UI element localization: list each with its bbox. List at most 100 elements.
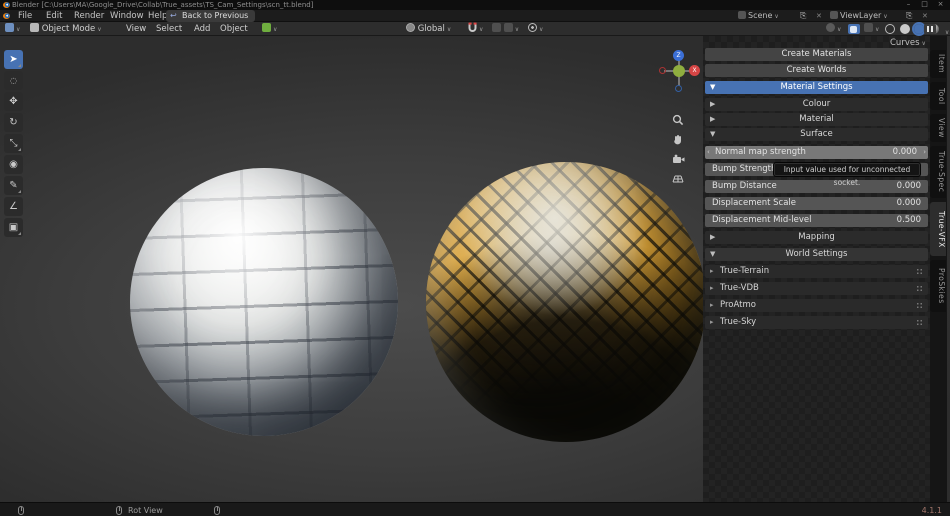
section-mapping[interactable]: ▶Mapping bbox=[705, 231, 928, 244]
topbar: File Edit Render Window Help Back to Pre… bbox=[0, 10, 950, 22]
tool-cursor[interactable]: ◌ bbox=[4, 71, 23, 90]
editor-type-dropdown[interactable]: ∨ bbox=[5, 22, 20, 36]
right-mouse-icon bbox=[214, 506, 220, 515]
maximize-button[interactable]: □ bbox=[917, 0, 932, 9]
camera-view-icon[interactable] bbox=[672, 154, 688, 170]
normal-map-strength-slider[interactable]: ‹ Normal map strength 0.000 › bbox=[705, 146, 928, 159]
menu-edit[interactable]: Edit bbox=[42, 10, 66, 22]
menu-select[interactable]: Select bbox=[156, 22, 182, 36]
displacement-scale-slider[interactable]: Displacement Scale 0.000 bbox=[705, 197, 928, 210]
close-button[interactable]: × bbox=[933, 0, 948, 9]
section-colour[interactable]: ▶Colour bbox=[705, 98, 928, 111]
drag-handle-icon[interactable] bbox=[916, 302, 923, 309]
menu-object[interactable]: Object bbox=[220, 22, 248, 36]
menu-file[interactable]: File bbox=[14, 10, 36, 22]
zoom-tool-icon[interactable] bbox=[672, 114, 688, 130]
gizmo-x-axis[interactable]: X bbox=[689, 65, 700, 76]
overlays-toggle[interactable] bbox=[848, 24, 860, 34]
xray-toggle[interactable]: ∨ bbox=[864, 22, 879, 36]
snap-with-icon bbox=[492, 23, 501, 32]
tool-select-box[interactable]: ➤ bbox=[4, 50, 23, 69]
gizmo-x-neg[interactable] bbox=[659, 67, 666, 74]
collapsed-icon: ▸ bbox=[710, 265, 714, 278]
world-settings-header[interactable]: ▼World Settings bbox=[705, 248, 928, 261]
drag-handle-icon[interactable] bbox=[916, 319, 923, 326]
shading-solid-icon[interactable] bbox=[900, 24, 910, 34]
tab-item[interactable]: Item bbox=[930, 50, 946, 78]
brick-material-sphere[interactable] bbox=[130, 168, 398, 436]
proportional-edit-icon bbox=[528, 23, 537, 32]
tool-transform[interactable]: ◉ bbox=[4, 155, 23, 174]
snap-dropdown[interactable]: ∨ bbox=[468, 22, 483, 36]
tool-measure[interactable]: ∠ bbox=[4, 197, 23, 216]
create-worlds-button[interactable]: Create Worlds bbox=[705, 64, 928, 77]
expand-down-icon: ▼ bbox=[710, 248, 715, 261]
tool-add-cube[interactable]: ▣ bbox=[4, 218, 23, 237]
panel-options-dropdown[interactable]: Curves∨ bbox=[890, 38, 926, 48]
tab-tool[interactable]: Tool bbox=[930, 82, 946, 110]
scene-unlink-icon[interactable]: ✕ bbox=[816, 11, 822, 21]
mouse-hint: Rot View bbox=[128, 504, 163, 516]
transform-orientation-dropdown[interactable]: Global∨ bbox=[406, 22, 451, 36]
shading-material-icon[interactable] bbox=[914, 24, 924, 34]
gizmo-y-axis[interactable] bbox=[673, 65, 685, 77]
tool-annotate[interactable]: ✎ bbox=[4, 176, 23, 195]
tool-shelf: ➤ ◌ ✥ ↻ ⤡ ◉ ✎ ∠ ▣ bbox=[4, 50, 24, 239]
navigation-gizmo[interactable]: Z X bbox=[658, 50, 700, 92]
pan-hand-icon[interactable] bbox=[672, 134, 688, 150]
collapsed-icon: ▸ bbox=[710, 299, 714, 312]
tab-view[interactable]: View bbox=[930, 114, 946, 142]
mode-dropdown[interactable]: Object Mode∨ bbox=[30, 22, 102, 36]
panel-true-vdb[interactable]: ▸ True-VDB bbox=[705, 282, 928, 295]
viewlayer-unlink-icon[interactable]: ✕ bbox=[922, 11, 928, 21]
create-materials-button[interactable]: Create Materials bbox=[705, 48, 928, 61]
menu-render[interactable]: Render bbox=[70, 10, 108, 22]
left-mouse-icon bbox=[18, 506, 24, 515]
tool-scale[interactable]: ⤡ bbox=[4, 134, 23, 153]
section-surface[interactable]: ▼Surface bbox=[705, 128, 928, 141]
tool-rotate[interactable]: ↻ bbox=[4, 113, 23, 132]
menu-view[interactable]: View bbox=[126, 22, 146, 36]
viewlayer-selector[interactable]: ViewLayer∨ bbox=[830, 11, 888, 21]
slider-right-icon[interactable]: › bbox=[923, 146, 926, 159]
bump-distance-slider[interactable]: Bump Distance 0.000 bbox=[705, 180, 928, 193]
workspace-tab-back-to-previous[interactable]: Back to Previous bbox=[166, 10, 255, 22]
collapsed-icon: ▶ bbox=[710, 98, 715, 111]
tool-move[interactable]: ✥ bbox=[4, 92, 23, 111]
gizmo-z-axis[interactable]: Z bbox=[673, 50, 684, 61]
npanel-tab-strip: Item Tool View True-Spec True-VFX ProSki… bbox=[930, 36, 947, 502]
panel-true-terrain[interactable]: ▸ True-Terrain bbox=[705, 265, 928, 278]
panel-proatmo[interactable]: ▸ ProAtmo bbox=[705, 299, 928, 312]
tab-true-spec[interactable]: True-Spec bbox=[930, 146, 946, 198]
drag-handle-icon[interactable] bbox=[916, 285, 923, 292]
plate-material-sphere[interactable] bbox=[426, 162, 706, 442]
menu-window[interactable]: Window bbox=[106, 10, 148, 22]
status-bar: Rot View 4.1.1 bbox=[0, 502, 950, 516]
scene-icon bbox=[738, 11, 746, 19]
minimize-button[interactable]: – bbox=[901, 0, 916, 9]
material-settings-header[interactable]: ▼ Material Settings bbox=[705, 81, 928, 94]
proportional-edit-dropdown[interactable]: ∨ bbox=[528, 22, 543, 36]
gizmos-dropdown[interactable]: ∨ bbox=[826, 22, 841, 36]
snap-target-group[interactable]: ∨ bbox=[492, 22, 519, 36]
tab-true-vfx[interactable]: True-VFX bbox=[930, 202, 946, 256]
scene-selector[interactable]: Scene∨ bbox=[738, 11, 779, 21]
displacement-midlevel-slider[interactable]: Displacement Mid-level 0.500 bbox=[705, 214, 928, 227]
section-material[interactable]: ▶Material bbox=[705, 113, 928, 126]
gizmo-z-neg[interactable] bbox=[675, 85, 682, 92]
drag-handle-icon[interactable] bbox=[916, 268, 923, 275]
pause-button[interactable] bbox=[924, 24, 936, 34]
grid-perspective-icon[interactable] bbox=[672, 174, 688, 190]
blender-menu-icon[interactable] bbox=[3, 13, 10, 19]
viewlayer-new-icon[interactable]: ⎘ bbox=[906, 11, 912, 21]
panel-true-sky[interactable]: ▸ True-Sky bbox=[705, 316, 928, 329]
slider-left-icon[interactable]: ‹ bbox=[707, 146, 710, 159]
tab-proskies[interactable]: ProSkies bbox=[930, 260, 946, 312]
viewport-3d[interactable]: ➤ ◌ ✥ ↻ ⤡ ◉ ✎ ∠ ▣ Z X bbox=[0, 36, 950, 502]
blender-window: Blender [C:\Users\MA\Google_Drive\Collab… bbox=[0, 0, 950, 516]
shading-wireframe-icon[interactable] bbox=[885, 24, 895, 34]
scene-new-icon[interactable]: ⎘ bbox=[800, 11, 806, 21]
object-visibility-dropdown[interactable]: ∨ bbox=[262, 22, 277, 36]
menu-add[interactable]: Add bbox=[194, 22, 210, 36]
shading-mode-group[interactable]: ∨ bbox=[884, 22, 949, 36]
